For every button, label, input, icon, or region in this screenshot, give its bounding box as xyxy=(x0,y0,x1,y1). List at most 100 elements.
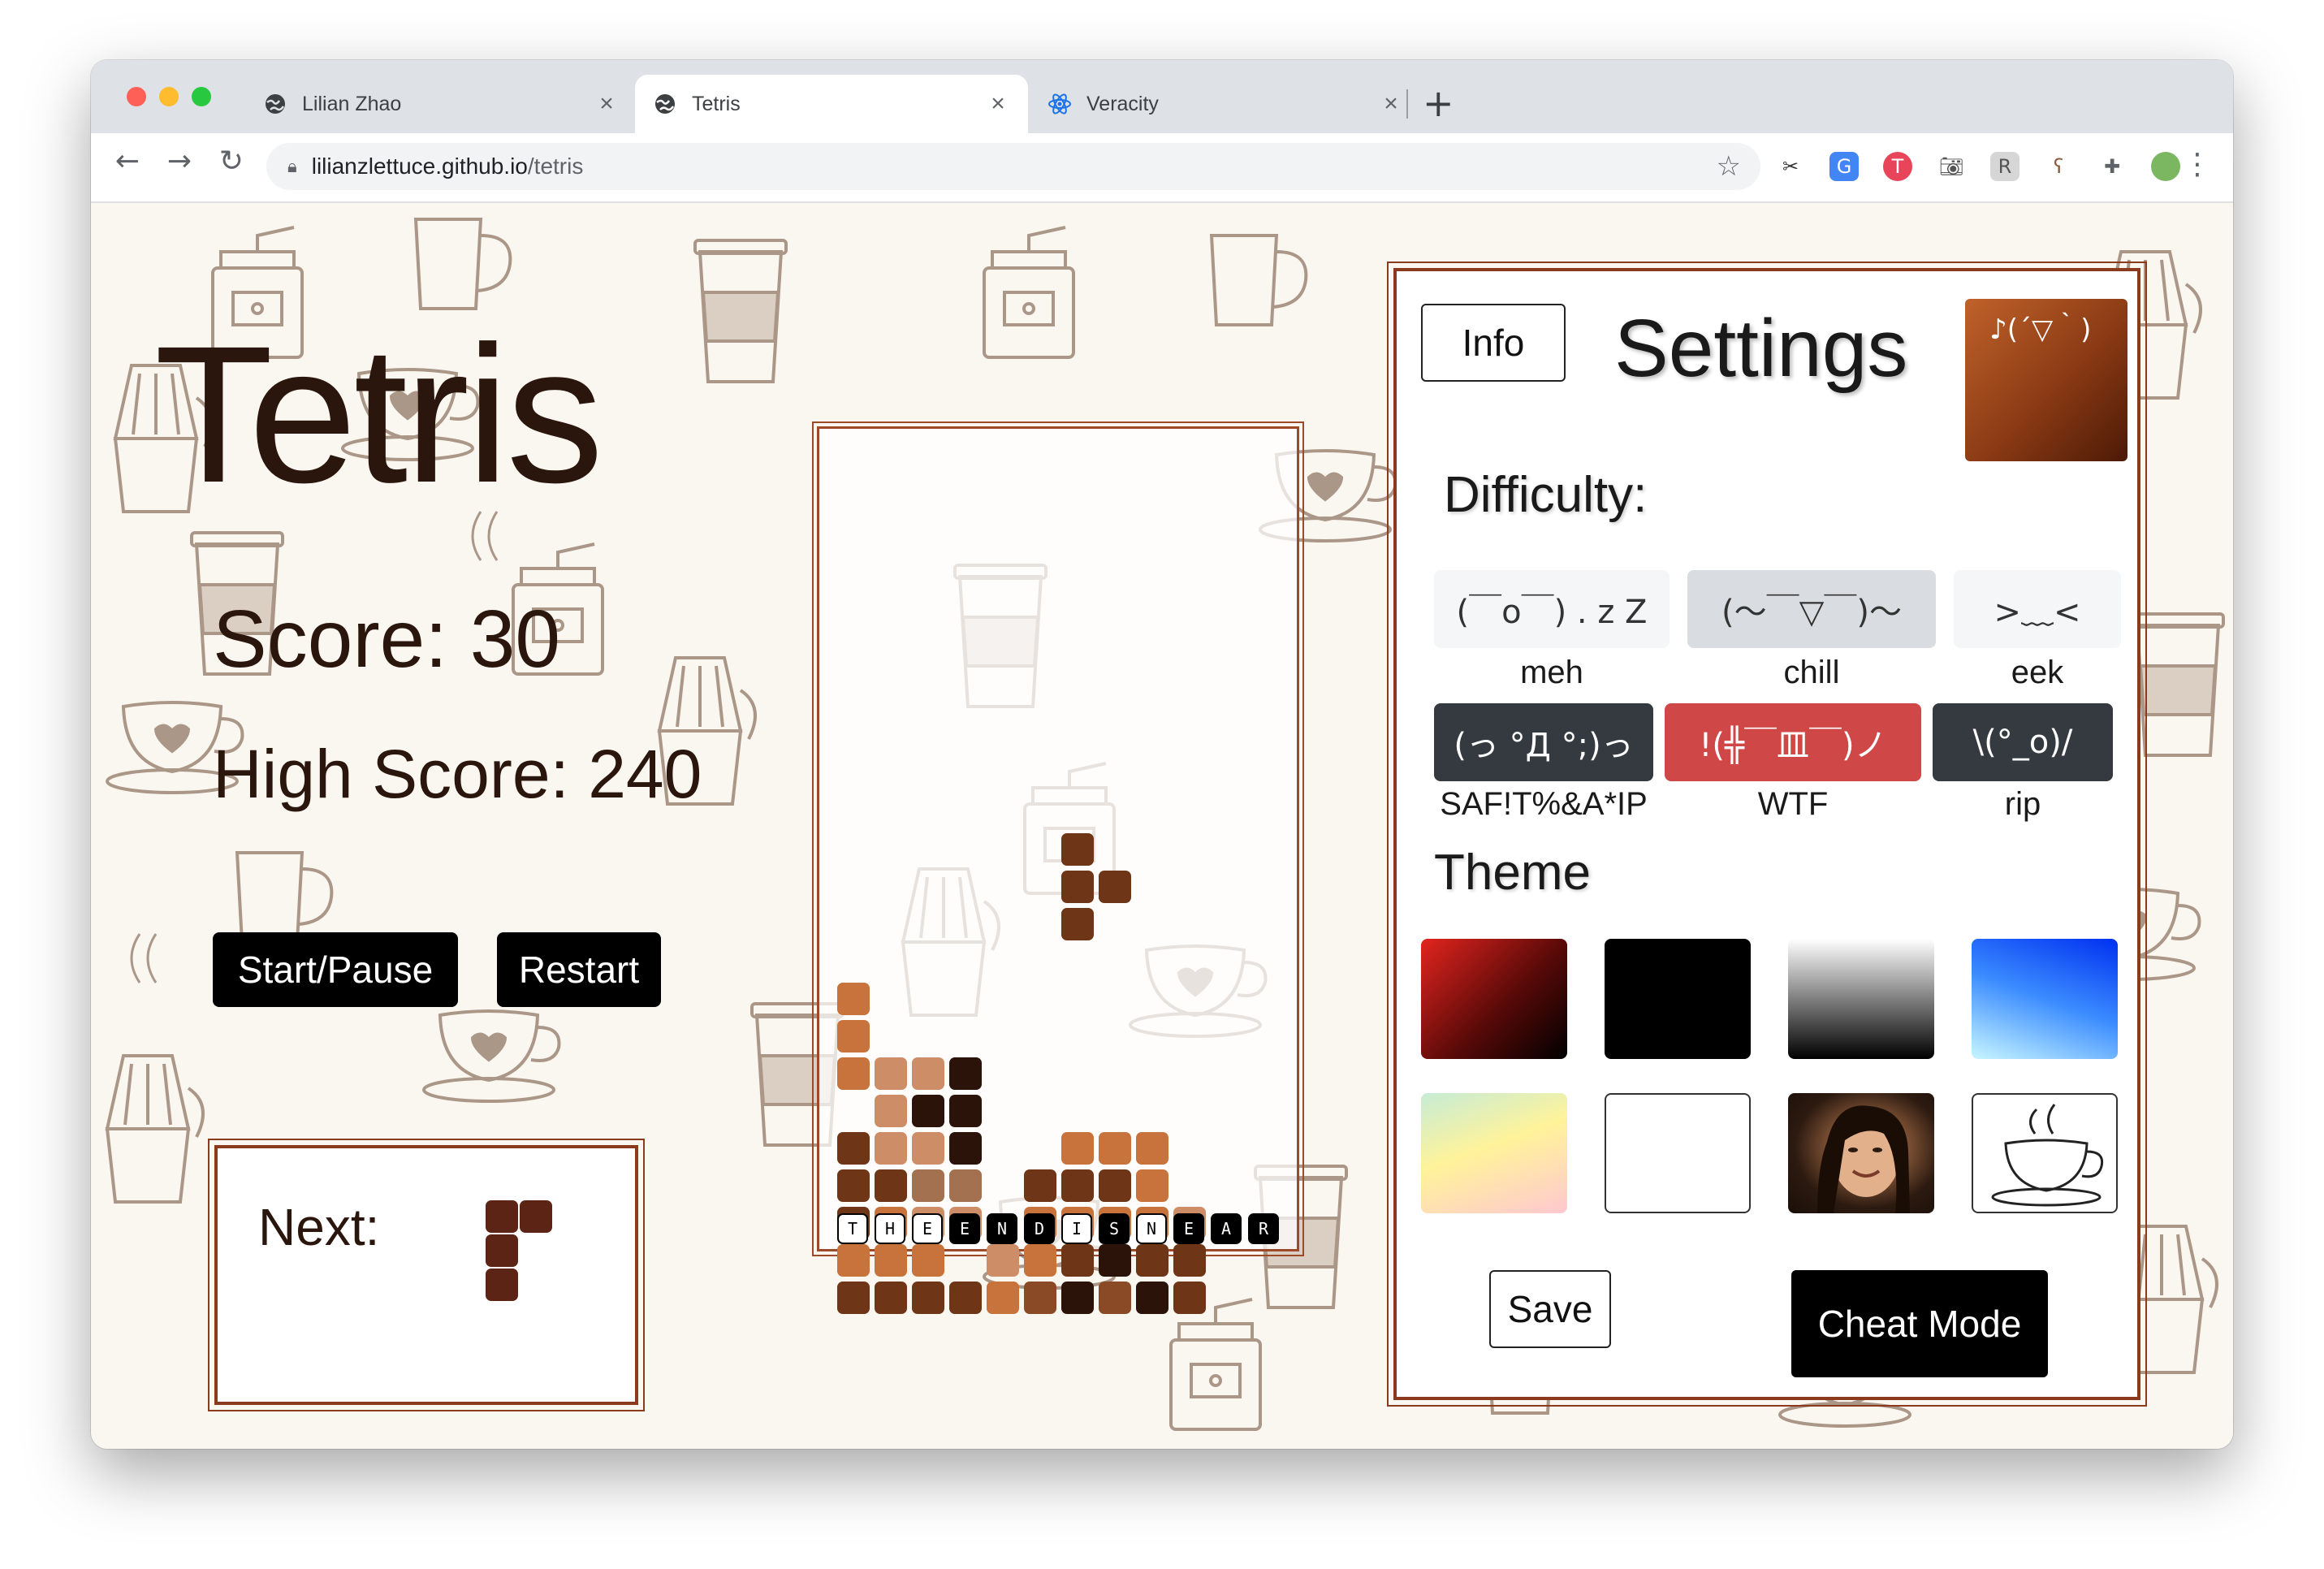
extensions-icon[interactable]: ✚ xyxy=(2097,152,2127,181)
close-tab-icon[interactable]: × xyxy=(986,90,1010,118)
page-title: Tetris xyxy=(154,305,603,523)
globe-icon xyxy=(263,92,287,116)
menu-icon[interactable]: ⋮ xyxy=(2183,148,2212,181)
maximize-window-button[interactable] xyxy=(192,87,211,106)
board-block xyxy=(1173,1244,1206,1277)
board-block xyxy=(875,1282,907,1314)
theme-white-swatch[interactable] xyxy=(1605,1093,1751,1213)
board-block xyxy=(1099,1169,1131,1202)
address-bar[interactable]: 🔒︎ lilianzlettuce.github.io/tetris ☆ xyxy=(266,143,1760,190)
board-block xyxy=(987,1244,1019,1277)
board-block xyxy=(1061,908,1094,940)
react-icon xyxy=(1048,92,1072,116)
theme-blue-swatch[interactable] xyxy=(1972,939,2118,1059)
difficulty-chill-button[interactable]: (〜￣▽￣)〜 xyxy=(1687,570,1936,648)
next-piece-block xyxy=(486,1269,518,1301)
difficulty-eek-button[interactable]: >﹏< xyxy=(1954,570,2121,648)
kaomoji-preview: ♪(´▽｀) xyxy=(1965,299,2127,461)
back-icon[interactable]: ← xyxy=(107,145,148,178)
camera-icon[interactable]: 📷︎ xyxy=(1937,152,1966,181)
difficulty-safety-label: SAF!T%&A*IP xyxy=(1440,786,1648,822)
board-block xyxy=(1099,871,1131,903)
difficulty-chill-label: chill xyxy=(1783,655,1840,690)
board-block xyxy=(875,1057,907,1090)
translate-icon[interactable]: G xyxy=(1829,152,1859,181)
game-layout: Tetris Score: 30 High Score: 240 Start/P… xyxy=(91,203,2233,1449)
coffee-cup-icon xyxy=(1991,1104,2104,1207)
end-message-letter: E xyxy=(949,1213,980,1244)
theme-white-black-swatch[interactable] xyxy=(1788,939,1934,1059)
url-path: /tetris xyxy=(527,153,584,179)
tetris-board[interactable]: THEENDISNEAR xyxy=(812,421,1304,1314)
score-display: Score: 30 xyxy=(213,594,561,685)
toolbar: ← → ↻ 🔒︎ lilianzlettuce.github.io/tetris… xyxy=(91,133,2233,203)
board-block xyxy=(987,1282,1019,1314)
board-block xyxy=(912,1132,944,1165)
url-host: lilianzlettuce.github.io xyxy=(311,153,528,179)
close-tab-icon[interactable]: × xyxy=(1379,90,1403,118)
board-block xyxy=(1024,1169,1056,1202)
globe-icon xyxy=(653,92,677,116)
board-block xyxy=(912,1244,944,1277)
puzzle-ext-icon[interactable]: R xyxy=(1990,152,2019,181)
end-message-letter: A xyxy=(1211,1213,1242,1244)
tab-title: Lilian Zhao xyxy=(302,92,402,115)
board-block xyxy=(875,1095,907,1127)
tab-lilian-zhao[interactable]: Lilian Zhao × xyxy=(245,75,637,133)
board-block xyxy=(875,1169,907,1202)
minimize-window-button[interactable] xyxy=(159,87,179,106)
board-block xyxy=(1136,1282,1168,1314)
difficulty-wtf-label: WTF xyxy=(1757,786,1829,822)
close-tab-icon[interactable]: × xyxy=(594,90,619,118)
restart-button[interactable]: Restart xyxy=(497,932,661,1007)
difficulty-meh-button[interactable]: (￣o￣) . z Z xyxy=(1434,570,1670,648)
save-button[interactable]: Save xyxy=(1489,1270,1611,1348)
difficulty-wtf-button[interactable]: !(╬￣皿￣)ノ xyxy=(1665,703,1921,781)
tab-title: Veracity xyxy=(1086,92,1159,115)
profile-avatar[interactable] xyxy=(2151,152,2180,181)
next-piece-block xyxy=(486,1200,518,1233)
theme-photo-swatch[interactable] xyxy=(1788,1093,1934,1213)
tab-separator xyxy=(1406,89,1408,119)
tab-tetris[interactable]: Tetris × xyxy=(635,75,1028,133)
theme-black-swatch[interactable] xyxy=(1605,939,1751,1059)
bear-icon[interactable]: ʕ xyxy=(2044,152,2073,181)
scissors-icon[interactable]: ✂ xyxy=(1776,152,1805,181)
browser-window: Lilian Zhao × Tetris × Veracity × + ← → … xyxy=(91,60,2233,1449)
board-block xyxy=(949,1095,982,1127)
board-block xyxy=(837,983,870,1015)
board-block xyxy=(912,1282,944,1314)
board-block xyxy=(1061,1132,1094,1165)
board-block xyxy=(1061,1244,1094,1277)
start-pause-button[interactable]: Start/Pause xyxy=(213,932,458,1007)
kaomoji-text: ♪(´▽｀) xyxy=(1989,313,2092,346)
tab-veracity[interactable]: Veracity × xyxy=(1030,75,1421,133)
difficulty-rip-button[interactable]: \(°_o)/ xyxy=(1933,703,2113,781)
settings-title: Settings xyxy=(1614,303,1908,394)
board-block xyxy=(1099,1132,1131,1165)
theme-pastel-swatch[interactable] xyxy=(1421,1093,1567,1213)
portrait-photo xyxy=(1817,1105,1910,1213)
difficulty-eek-label: eek xyxy=(2011,655,2064,690)
forward-icon[interactable]: → xyxy=(159,145,200,178)
theme-coffee-swatch[interactable] xyxy=(1972,1093,2118,1213)
board-block xyxy=(837,1282,870,1314)
info-button[interactable]: Info xyxy=(1421,304,1566,382)
reload-icon[interactable]: ↻ xyxy=(211,145,252,178)
bookmark-star-icon[interactable]: ☆ xyxy=(1717,150,1741,183)
board-block xyxy=(837,1244,870,1277)
next-label: Next: xyxy=(258,1198,380,1256)
cheat-mode-button[interactable]: Cheat Mode xyxy=(1791,1270,2048,1377)
page-viewport: Tetris Score: 30 High Score: 240 Start/P… xyxy=(91,203,2233,1449)
close-window-button[interactable] xyxy=(127,87,146,106)
difficulty-safety-button[interactable]: (っ °Д °;)っ xyxy=(1434,703,1653,781)
board-block xyxy=(1024,1282,1056,1314)
shield-icon[interactable]: T xyxy=(1883,152,1912,181)
difficulty-meh-label: meh xyxy=(1520,655,1583,690)
new-tab-button[interactable]: + xyxy=(1423,81,1454,125)
end-message-letter: N xyxy=(987,1213,1017,1244)
end-message-letter: E xyxy=(1173,1213,1204,1244)
board-block xyxy=(1061,1169,1094,1202)
board-block xyxy=(1173,1282,1206,1314)
theme-red-black-swatch[interactable] xyxy=(1421,939,1567,1059)
